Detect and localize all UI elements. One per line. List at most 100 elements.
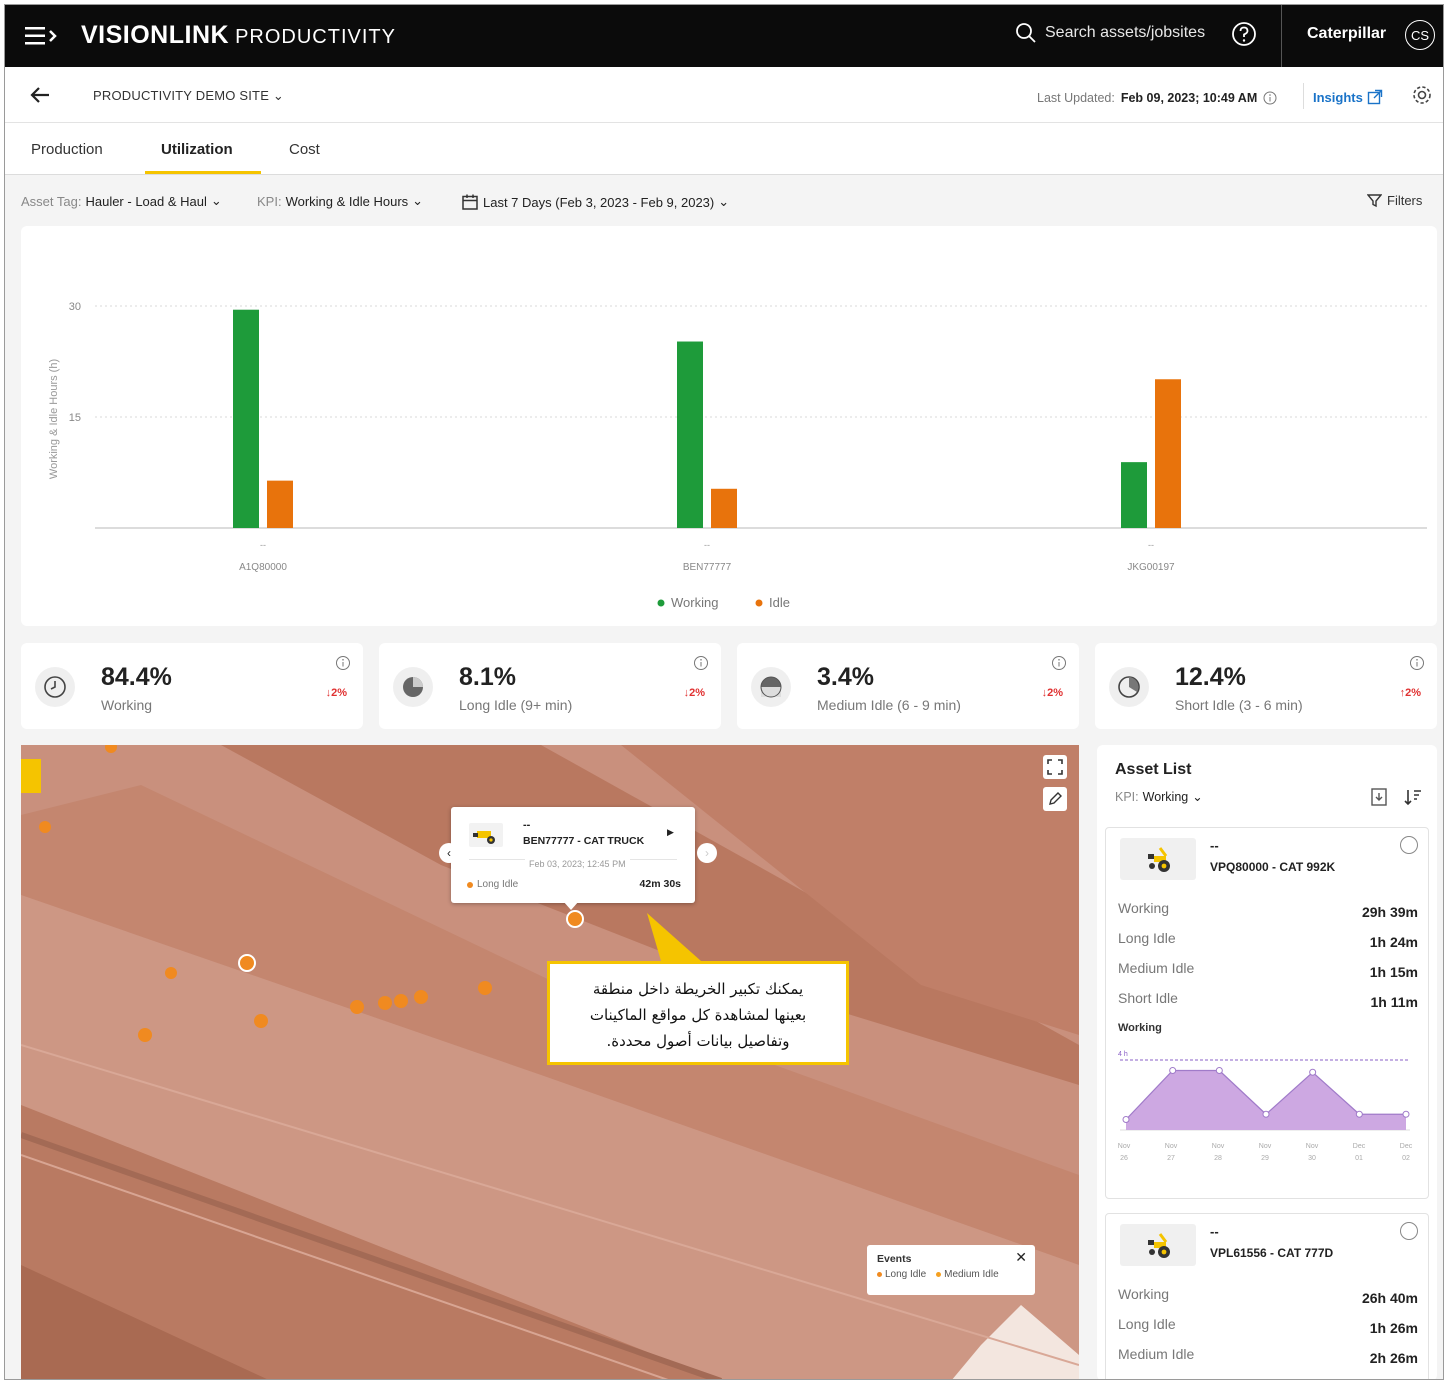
mini-point[interactable] bbox=[1309, 1068, 1317, 1076]
mini-point[interactable] bbox=[1262, 1110, 1270, 1118]
chevron-right-icon: › bbox=[705, 846, 709, 860]
asset-dash: -- bbox=[1210, 838, 1219, 853]
mini-x-month: Nov bbox=[1118, 1143, 1131, 1150]
asset-select-radio[interactable] bbox=[1400, 836, 1418, 854]
kpi-card[interactable]: 12.4% Short Idle (3 - 6 min) ↑2% bbox=[1095, 643, 1437, 729]
play-icon[interactable]: ▶ bbox=[667, 827, 674, 838]
filters-button[interactable]: Filters bbox=[1367, 193, 1422, 208]
search-bar[interactable]: Search assets/jobsites bbox=[1015, 22, 1205, 44]
hours-bar-chart: 15 30 Working & Idle Hours (h) -- A1Q80000 --… bbox=[48, 301, 1427, 610]
info-icon[interactable] bbox=[1409, 655, 1425, 671]
asset-popup[interactable]: -- BEN77777 - CAT TRUCK ▶ Feb 03, 2023; … bbox=[451, 807, 695, 903]
x-tick-label: BEN77777 bbox=[683, 562, 732, 573]
mini-point[interactable] bbox=[1355, 1110, 1363, 1118]
kpi-label: Working bbox=[101, 697, 153, 713]
stat-value: 2h 26m bbox=[1369, 1350, 1418, 1366]
fullscreen-button[interactable] bbox=[1043, 755, 1067, 779]
menu-icon[interactable] bbox=[23, 22, 63, 50]
asset-kpi-value[interactable]: Working bbox=[1143, 790, 1189, 804]
bar-working-JKG00197[interactable] bbox=[1121, 462, 1147, 528]
bar-working-BEN77777[interactable] bbox=[677, 341, 703, 528]
mini-point[interactable] bbox=[1169, 1067, 1177, 1074]
tab-cost[interactable]: Cost bbox=[289, 141, 320, 158]
gear-icon[interactable] bbox=[1411, 84, 1433, 106]
stat-label: Long Idle bbox=[1118, 1316, 1176, 1332]
bar-idle-A1Q80000[interactable] bbox=[267, 480, 293, 528]
date-range-dropdown[interactable]: Last 7 Days (Feb 3, 2023 - Feb 9, 2023) … bbox=[461, 193, 729, 211]
legend-label-working[interactable]: Working bbox=[671, 595, 718, 610]
insights-link[interactable]: Insights bbox=[1313, 89, 1383, 105]
stat-value: 26h 40m bbox=[1361, 1290, 1418, 1306]
tab-production[interactable]: Production bbox=[31, 141, 103, 158]
last-updated-value: Feb 09, 2023; 10:49 AM bbox=[1120, 91, 1258, 105]
tab-utilization[interactable]: Utilization bbox=[161, 141, 233, 158]
mini-x-day: 02 bbox=[1402, 1155, 1410, 1162]
loader-icon bbox=[1148, 1233, 1170, 1258]
chevron-down-icon: ⌄ bbox=[1192, 790, 1203, 804]
export-icon[interactable] bbox=[1369, 787, 1389, 807]
kpi-change: ↓2% bbox=[325, 687, 347, 699]
map-panel-toggle[interactable] bbox=[21, 759, 41, 793]
chevron-down-icon: ⌄ bbox=[210, 193, 222, 208]
kpi-value[interactable]: Working & Idle Hours bbox=[286, 194, 409, 209]
kpi-label: Long Idle (9+ min) bbox=[459, 697, 573, 713]
kpi-card[interactable]: 84.4% Working ↓2% bbox=[21, 643, 363, 729]
y-axis-label: Working & Idle Hours (h) bbox=[48, 359, 60, 479]
company-name[interactable]: Caterpillar bbox=[1307, 25, 1386, 43]
kpi-value: 84.4% bbox=[101, 663, 172, 691]
asset-tag-dropdown[interactable]: Asset Tag: Hauler - Load & Haul ⌄ bbox=[21, 193, 222, 209]
mini-point[interactable] bbox=[1122, 1116, 1130, 1123]
legend-label-idle[interactable]: Idle bbox=[769, 595, 790, 610]
long-idle-icon bbox=[393, 667, 433, 707]
kpi-change: ↓2% bbox=[1041, 687, 1063, 699]
top-bar: VISIONLINK PRODUCTIVITY Search assets/job… bbox=[5, 5, 1443, 67]
mini-point[interactable] bbox=[1215, 1067, 1223, 1074]
help-icon[interactable] bbox=[1231, 21, 1257, 47]
app-logo[interactable]: VISIONLINK PRODUCTIVITY bbox=[81, 21, 396, 50]
kpi-card[interactable]: 8.1% Long Idle (9+ min) ↓2% bbox=[379, 643, 721, 729]
close-icon[interactable]: ✕ bbox=[1015, 1249, 1027, 1266]
kpi-dropdown[interactable]: KPI: Working & Idle Hours ⌄ bbox=[257, 193, 423, 209]
stat-label: Medium Idle bbox=[1118, 1346, 1195, 1362]
callout-line-2: بعينها لمشاهدة كل مواقع الماكينات bbox=[589, 1006, 807, 1024]
asset-card[interactable]: -- VPL61556 - CAT 777D Working 26h 40m Long … bbox=[1105, 1213, 1429, 1379]
asset-thumbnail bbox=[1120, 838, 1196, 880]
asset-card[interactable]: -- VPQ80000 - CAT 992K Working 29h 39m Long … bbox=[1105, 827, 1429, 1199]
mini-x-month: Nov bbox=[1165, 1143, 1178, 1150]
bar-idle-BEN77777[interactable] bbox=[711, 488, 737, 528]
site-selector[interactable]: PRODUCTIVITY DEMO SITE ⌄ bbox=[93, 88, 284, 104]
search-placeholder[interactable]: Search assets/jobsites bbox=[1045, 24, 1205, 42]
asset-select-radio[interactable] bbox=[1400, 1222, 1418, 1240]
popup-prev-button[interactable]: ‹ bbox=[439, 843, 459, 863]
asset-tag-value[interactable]: Hauler - Load & Haul bbox=[85, 194, 206, 209]
back-arrow-icon[interactable] bbox=[29, 85, 51, 105]
asset-name: VPL61556 - CAT 777D bbox=[1210, 1246, 1334, 1260]
info-icon[interactable] bbox=[1051, 655, 1067, 671]
events-legend-title: Events bbox=[877, 1253, 912, 1265]
sort-icon[interactable] bbox=[1403, 787, 1423, 807]
events-legend: Events ✕ Long Idle Medium Idle bbox=[867, 1245, 1035, 1295]
info-icon[interactable] bbox=[335, 655, 351, 671]
info-icon[interactable] bbox=[693, 655, 709, 671]
last-updated-label: Last Updated: bbox=[1037, 91, 1115, 105]
info-icon[interactable] bbox=[1263, 91, 1277, 105]
kpi-change: ↓2% bbox=[683, 687, 705, 699]
stat-label: Working bbox=[1118, 1286, 1170, 1302]
mini-x-day: 30 bbox=[1308, 1155, 1316, 1162]
bar-idle-JKG00197[interactable] bbox=[1155, 379, 1181, 528]
chevron-left-icon: ‹ bbox=[447, 846, 451, 860]
site-header: PRODUCTIVITY DEMO SITE ⌄ Last Updated: F… bbox=[5, 67, 1443, 123]
date-range-value[interactable]: Last 7 Days (Feb 3, 2023 - Feb 9, 2023) bbox=[483, 195, 714, 210]
bar-working-A1Q80000[interactable] bbox=[233, 309, 259, 528]
avatar[interactable]: CS bbox=[1405, 20, 1435, 50]
popup-duration: 42m 30s bbox=[639, 878, 681, 890]
draw-button[interactable] bbox=[1043, 787, 1067, 811]
asset-kpi-dropdown[interactable]: KPI: Working ⌄ bbox=[1115, 789, 1203, 805]
kpi-card[interactable]: 3.4% Medium Idle (6 - 9 min) ↓2% bbox=[737, 643, 1079, 729]
mini-point[interactable] bbox=[1402, 1110, 1410, 1118]
popup-next-button[interactable]: › bbox=[697, 843, 717, 863]
mini-x-month: Dec bbox=[1400, 1143, 1413, 1150]
site-map[interactable]: -- BEN77777 - CAT TRUCK ▶ Feb 03, 2023; … bbox=[21, 745, 1079, 1379]
stat-value: 1h 26m bbox=[1369, 1320, 1418, 1336]
pencil-icon bbox=[1049, 792, 1062, 805]
